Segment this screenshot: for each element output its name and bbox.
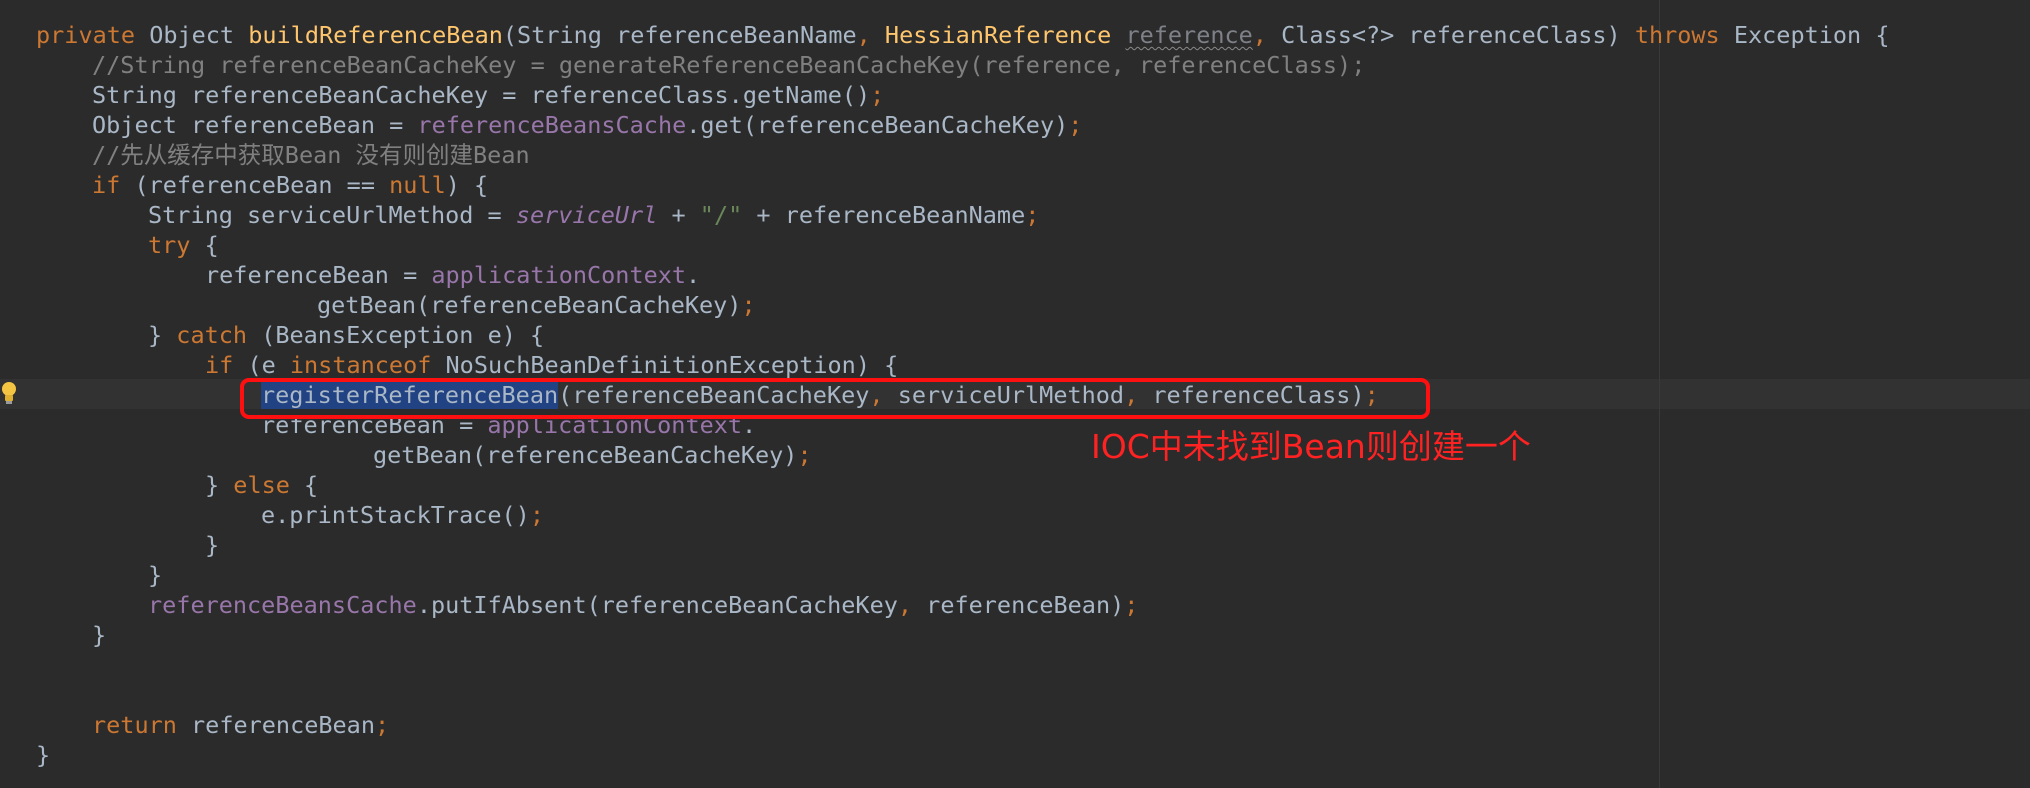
statement-part: NoSuchBeanDefinitionException) { [431,351,899,379]
code-line-18[interactable]: } [205,530,219,560]
statement-part: (referenceBean == [120,171,390,199]
params-part-2: Class<?> referenceClass) [1266,21,1635,49]
semicolon: ; [870,81,885,109]
brace: } [148,561,163,589]
keyword-return: return [92,711,177,739]
statement: String referenceBeanCacheKey = reference… [92,81,871,109]
semicolon: ; [1068,111,1083,139]
keyword-null: null [389,171,446,199]
keyword-else: else [233,471,290,499]
semicolon: ; [1025,201,1040,229]
lightbulb-icon[interactable] [0,379,18,407]
keyword-instanceof: instanceof [289,351,432,379]
code-line-10[interactable]: getBean(referenceBeanCacheKey); [317,290,756,320]
statement-part: ) { [445,171,489,199]
statement-part: .get(referenceBeanCacheKey) [686,111,1069,139]
code-line-23[interactable]: } [36,740,50,770]
comment: //先从缓存中获取Bean 没有则创建Bean [92,141,530,169]
statement-part: + [657,201,700,229]
code-line-8[interactable]: try { [148,230,219,260]
field-reference-beans-cache: referenceBeansCache [417,111,687,139]
keyword-catch: catch [176,321,248,349]
semicolon: ; [529,501,544,529]
brace: } [148,321,177,349]
semicolon: ; [797,441,812,469]
brace: } [92,621,107,649]
brace: { [190,231,219,259]
annotation-note: IOC中未找到Bean则创建一个 [1091,427,1531,466]
unused-param-reference-warning[interactable]: reference [1125,21,1252,49]
statement-part: .putIfAbsent(referenceBeanCacheKey [416,591,898,619]
code-line-7[interactable]: String serviceUrlMethod = serviceUrl + "… [148,200,1039,230]
type-object: Object [135,21,249,49]
code-editor[interactable]: private Object buildReferenceBean(String… [0,0,2030,788]
code-line-12[interactable]: if (e instanceof NoSuchBeanDefinitionExc… [205,350,898,380]
keyword-try: try [148,231,191,259]
code-line-21[interactable]: } [92,620,106,650]
statement-part: referenceBean = [205,261,432,289]
statement-part: referenceBean [176,711,375,739]
statement-part: Object referenceBean = [92,111,418,139]
method-name-build-reference-bean: buildReferenceBean [248,21,503,49]
comma: , [1252,21,1267,49]
type-hessian-reference: HessianReference [870,21,1126,49]
code-line-11[interactable]: } catch (BeansException e) { [148,320,544,350]
brace: } [36,741,51,769]
keyword-if: if [205,351,234,379]
statement: getBean(referenceBeanCacheKey) [373,441,798,469]
statement: getBean(referenceBeanCacheKey) [317,291,742,319]
right-margin-guide [1659,0,1660,788]
exception-type: Exception { [1719,21,1890,49]
code-line-19[interactable]: } [148,560,162,590]
statement-part: String serviceUrlMethod = [148,201,516,229]
keyword-throws: throws [1634,21,1720,49]
brace: } [205,471,234,499]
code-line-5[interactable]: //先从缓存中获取Bean 没有则创建Bean [92,140,530,170]
statement-part: + referenceBeanName [742,201,1026,229]
code-line-9[interactable]: referenceBean = applicationContext. [205,260,700,290]
code-line-15[interactable]: getBean(referenceBeanCacheKey); [373,440,812,470]
semicolon: ; [1124,591,1139,619]
code-line-2[interactable]: //String referenceBeanCacheKey = generat… [92,50,1365,80]
field-reference-beans-cache: referenceBeansCache [148,591,417,619]
statement-part: (BeansException e) { [247,321,545,349]
highlight-box-annotation [240,378,1430,419]
brace: { [289,471,319,499]
code-line-4[interactable]: Object referenceBean = referenceBeansCac… [92,110,1082,140]
code-line-1[interactable]: private Object buildReferenceBean(String… [36,20,1889,50]
statement: e.printStackTrace() [261,501,530,529]
dot: . [686,261,701,289]
statement-part: (e [233,351,290,379]
code-line-16[interactable]: } else { [205,470,318,500]
code-line-6[interactable]: if (referenceBean == null) { [92,170,488,200]
comma: , [856,21,871,49]
code-line-3[interactable]: String referenceBeanCacheKey = reference… [92,80,884,110]
keyword-if: if [92,171,121,199]
semicolon: ; [741,291,756,319]
code-line-20[interactable]: referenceBeansCache.putIfAbsent(referenc… [148,590,1138,620]
static-field-service-url: serviceUrl [515,201,658,229]
field-application-context: applicationContext [431,261,687,289]
keyword-private: private [36,21,136,49]
semicolon: ; [374,711,390,739]
comma: , [897,591,913,619]
statement-part: referenceBean) [912,591,1125,619]
code-line-22[interactable]: return referenceBean; [92,710,389,740]
brace: } [205,531,220,559]
string-literal: "/" [699,201,743,229]
params-part-1: (String referenceBeanName [502,21,857,49]
code-line-17[interactable]: e.printStackTrace(); [261,500,544,530]
comment: //String referenceBeanCacheKey = generat… [92,51,1366,79]
